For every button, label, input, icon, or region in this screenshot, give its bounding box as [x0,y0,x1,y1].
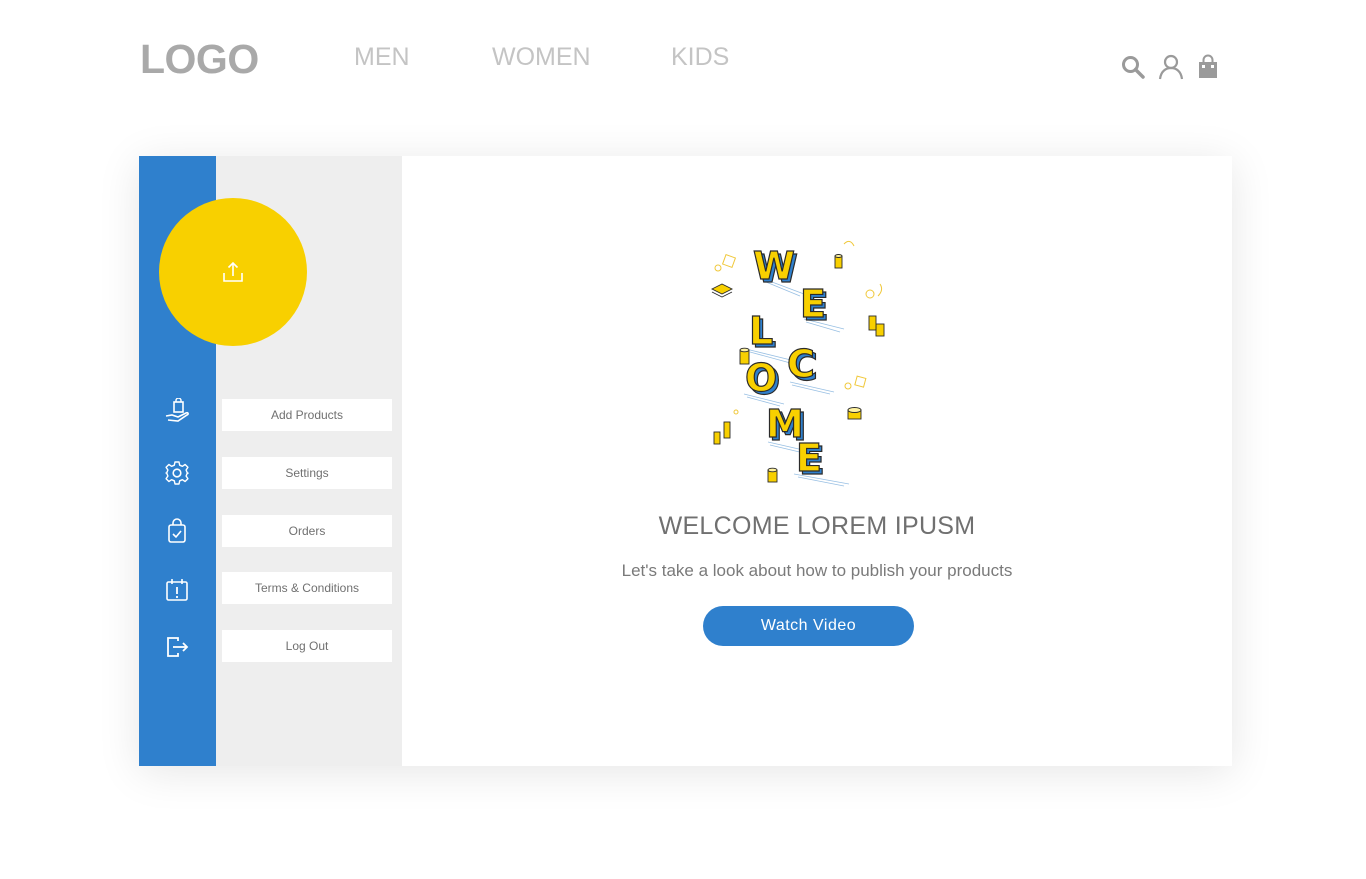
terms-conditions-button[interactable]: Terms & Conditions [222,572,392,604]
nav-women[interactable]: WOMEN [492,43,591,72]
shopping-bag-icon[interactable] [1195,54,1221,80]
user-icon[interactable] [1158,54,1184,80]
svg-text:O: O [745,356,777,400]
calendar-alert-icon[interactable] [163,576,191,604]
logout-icon[interactable] [163,633,191,661]
logout-button[interactable]: Log Out [222,630,392,662]
avatar-upload[interactable] [159,198,307,346]
search-icon[interactable] [1120,54,1146,80]
nav-men[interactable]: MEN [354,43,410,72]
welcome-title: WELCOME LOREM IPUSM [658,512,976,540]
svg-text:E: E [796,436,822,480]
upload-icon [223,261,243,282]
logo[interactable]: LOGO [140,36,259,83]
svg-text:C: C [787,342,815,386]
hand-bag-icon[interactable] [163,398,191,426]
welcome-illustration: W W E E L L C C O O M M E E [704,234,904,490]
svg-text:L: L [749,309,773,353]
bag-check-icon[interactable] [163,517,191,545]
gear-icon[interactable] [163,459,191,487]
orders-button[interactable]: Orders [222,515,392,547]
nav-kids[interactable]: KIDS [671,43,729,72]
add-products-button[interactable]: Add Products [222,399,392,431]
settings-button[interactable]: Settings [222,457,392,489]
dashboard-card: Add Products Settings Orders Terms & Con… [139,156,1232,766]
watch-video-button[interactable]: Watch Video [703,606,914,646]
svg-text:E: E [800,282,826,326]
welcome-subtitle: Let's take a look about how to publish y… [621,561,1013,580]
svg-text:W: W [753,244,795,288]
